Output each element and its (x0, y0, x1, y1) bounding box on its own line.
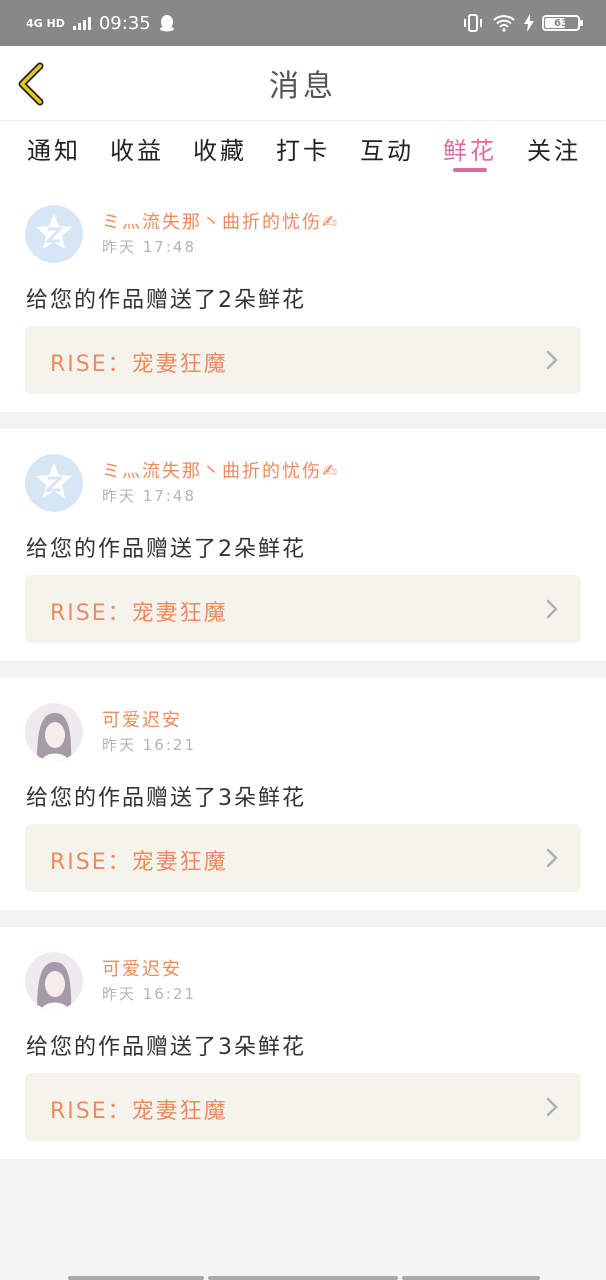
user-photo (25, 703, 83, 761)
charging-icon (524, 14, 534, 32)
tab-bar: 通知 收益 收藏 打卡 互动 鲜花 关注 (0, 120, 606, 180)
work-title: RISE：宠妻狂魔 (50, 850, 228, 875)
network-type: 4G HD (26, 16, 65, 30)
avatar[interactable] (25, 205, 83, 263)
timestamp: 昨天 17:48 (102, 238, 196, 256)
work-link[interactable]: RISE：宠妻狂魔 (25, 824, 581, 892)
username[interactable]: ミ灬流失那丶曲折的忧伤✍ (102, 208, 339, 234)
work-title: RISE：宠妻狂魔 (50, 352, 228, 377)
chevron-right-icon (546, 350, 558, 370)
username[interactable]: ミ灬流失那丶曲折的忧伤✍ (102, 457, 339, 483)
tab-checkin[interactable]: 打卡 (276, 131, 330, 166)
chevron-right-icon (546, 1097, 558, 1117)
work-link[interactable]: RISE：宠妻狂魔 (25, 326, 581, 394)
tab-notifications[interactable]: 通知 (27, 131, 81, 166)
work-link[interactable]: RISE：宠妻狂魔 (25, 1073, 581, 1141)
timestamp: 昨天 17:48 (102, 487, 196, 505)
work-title: RISE：宠妻狂魔 (50, 601, 228, 626)
navigation-gesture-bar[interactable] (0, 1274, 606, 1280)
message-card: ミ灬流失那丶曲折的忧伤✍ 昨天 17:48 给您的作品赠送了2朵鲜花 RISE：… (0, 429, 606, 661)
work-link[interactable]: RISE：宠妻狂魔 (25, 575, 581, 643)
clock: 09:35 (98, 12, 151, 34)
avatar[interactable] (25, 703, 83, 761)
battery-icon: 63 (542, 15, 583, 31)
message-text: 给您的作品赠送了3朵鲜花 (26, 786, 306, 811)
message-text: 给您的作品赠送了3朵鲜花 (26, 1035, 306, 1060)
tab-following[interactable]: 关注 (527, 131, 581, 166)
battery-level: 63 (554, 17, 568, 29)
chevron-right-icon (546, 848, 558, 868)
chevron-right-icon (546, 599, 558, 619)
username[interactable]: 可爱迟安 (102, 706, 182, 732)
message-card: 可爱迟安 昨天 16:21 给您的作品赠送了3朵鲜花 RISE：宠妻狂魔 (0, 927, 606, 1159)
avatar[interactable] (25, 952, 83, 1010)
tab-interactions[interactable]: 互动 (360, 131, 414, 166)
vibrate-icon (464, 14, 482, 32)
avatar[interactable] (25, 454, 83, 512)
message-card: ミ灬流失那丶曲折的忧伤✍ 昨天 17:48 给您的作品赠送了2朵鲜花 RISE：… (0, 180, 606, 412)
qq-icon (159, 15, 174, 32)
username[interactable]: 可爱迟安 (102, 955, 182, 981)
signal-icon (72, 16, 91, 30)
timestamp: 昨天 16:21 (102, 736, 196, 754)
default-avatar-icon (25, 205, 83, 263)
chevron-left-icon (18, 62, 44, 106)
work-title: RISE：宠妻狂魔 (50, 1099, 228, 1124)
page-title: 消息 (269, 69, 337, 104)
timestamp: 昨天 16:21 (102, 985, 196, 1003)
back-button[interactable] (14, 62, 50, 106)
user-photo (25, 952, 83, 1010)
message-text: 给您的作品赠送了2朵鲜花 (26, 288, 306, 313)
header: 消息 (0, 46, 606, 120)
tab-flowers[interactable]: 鲜花 (443, 131, 497, 166)
active-tab-indicator (453, 168, 487, 172)
tab-favorites[interactable]: 收藏 (193, 131, 247, 166)
default-avatar-icon (25, 454, 83, 512)
tab-earnings[interactable]: 收益 (110, 131, 164, 166)
wifi-icon (493, 15, 515, 32)
message-card: 可爱迟安 昨天 16:21 给您的作品赠送了3朵鲜花 RISE：宠妻狂魔 (0, 678, 606, 910)
status-bar: 4G HD 09:35 63 (0, 0, 606, 46)
message-text: 给您的作品赠送了2朵鲜花 (26, 537, 306, 562)
